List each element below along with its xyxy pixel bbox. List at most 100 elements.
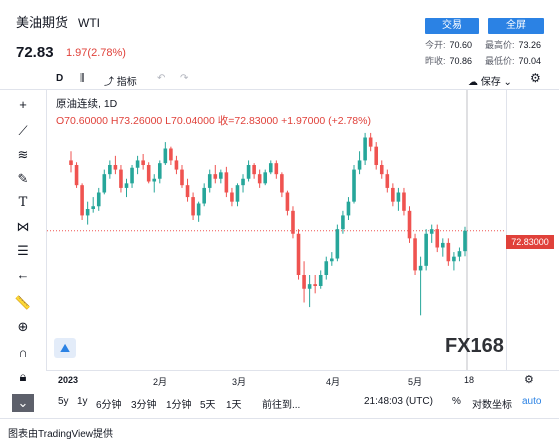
candle[interactable]: [391, 183, 395, 207]
candle[interactable]: [257, 169, 262, 188]
log-scale-toggle[interactable]: 对数坐标: [472, 396, 512, 411]
candle[interactable]: [313, 275, 317, 294]
candle[interactable]: [196, 201, 201, 222]
tradingview-logo-icon[interactable]: ⛰: [54, 338, 76, 358]
save-button[interactable]: ☁ 保存 ⌄: [468, 73, 512, 88]
candle[interactable]: [69, 151, 73, 173]
candle[interactable]: [146, 162, 151, 184]
range-1day[interactable]: 1天: [226, 396, 242, 411]
price-axis[interactable]: [506, 90, 559, 370]
zoom-in-icon[interactable]: ⊕: [13, 318, 33, 336]
candle[interactable]: [302, 261, 306, 303]
candle[interactable]: [446, 238, 451, 266]
settings-gear-icon[interactable]: ⚙: [530, 71, 541, 85]
candle[interactable]: [246, 160, 251, 182]
candle[interactable]: [385, 169, 390, 193]
candle[interactable]: [91, 197, 95, 213]
brush-icon[interactable]: ✎: [13, 170, 33, 188]
candle[interactable]: [141, 154, 145, 170]
candle[interactable]: [207, 169, 212, 193]
pattern-icon[interactable]: ⋈: [13, 218, 33, 236]
candle[interactable]: [174, 155, 179, 175]
candle[interactable]: [202, 183, 206, 207]
candle[interactable]: [235, 183, 240, 207]
back-arrow-icon[interactable]: ←: [13, 266, 33, 284]
text-tool-icon[interactable]: T: [13, 194, 33, 212]
candle[interactable]: [230, 187, 234, 207]
candle[interactable]: [324, 256, 329, 280]
candle[interactable]: [346, 197, 351, 220]
trend-line-icon[interactable]: ⟋: [13, 122, 33, 140]
range-1y[interactable]: 1y: [77, 396, 88, 407]
candle[interactable]: [407, 206, 412, 243]
candle[interactable]: [96, 187, 101, 211]
attribution-link[interactable]: 图表由TradingView提供: [8, 425, 113, 440]
candle[interactable]: [268, 160, 273, 175]
candle[interactable]: [280, 172, 284, 198]
candle[interactable]: [252, 163, 256, 179]
candle[interactable]: [402, 187, 406, 216]
candle[interactable]: [441, 238, 445, 257]
lock-draw-icon[interactable]: 🔒︎: [13, 368, 33, 386]
candle[interactable]: [263, 169, 268, 186]
candle[interactable]: [418, 256, 423, 316]
candle[interactable]: [357, 151, 362, 175]
candle[interactable]: [180, 165, 184, 188]
candle[interactable]: [363, 132, 367, 165]
candle[interactable]: [285, 190, 290, 216]
axis-settings-gear-icon[interactable]: ⚙: [524, 373, 534, 386]
series-legend[interactable]: 原油连续, 1D: [56, 96, 117, 111]
auto-scale-toggle[interactable]: auto: [522, 396, 541, 407]
collapse-toolbar-icon[interactable]: ⌄: [12, 394, 34, 412]
trade-button[interactable]: 交易: [425, 18, 479, 34]
time-axis[interactable]: 2023 2月 3月 4月 5月 18 ⚙: [46, 370, 559, 390]
candle[interactable]: [424, 229, 428, 271]
candle[interactable]: [274, 160, 279, 179]
candle[interactable]: [108, 160, 112, 179]
candle[interactable]: [213, 165, 218, 184]
ruler-icon[interactable]: 📏: [13, 294, 33, 312]
candle[interactable]: [102, 169, 107, 195]
candle[interactable]: [330, 252, 334, 266]
crosshair-icon[interactable]: +: [13, 96, 33, 114]
candle[interactable]: [452, 252, 456, 271]
candlestick-chart[interactable]: [47, 90, 507, 370]
candle[interactable]: [368, 132, 373, 152]
candle[interactable]: [335, 224, 340, 262]
candle[interactable]: [157, 160, 162, 184]
candle[interactable]: [119, 165, 123, 193]
candle-style-icon[interactable]: ⫼: [80, 73, 85, 84]
pitchfork-icon[interactable]: ≋: [13, 146, 33, 164]
candle[interactable]: [74, 162, 79, 188]
candle[interactable]: [396, 187, 401, 211]
candle[interactable]: [113, 155, 118, 175]
candle[interactable]: [241, 174, 245, 193]
candle[interactable]: [429, 224, 434, 243]
range-5day[interactable]: 5天: [200, 396, 216, 411]
percent-toggle[interactable]: %: [452, 396, 461, 407]
candle[interactable]: [169, 146, 173, 165]
measure-lines-icon[interactable]: ☰: [13, 242, 33, 260]
candle[interactable]: [152, 174, 157, 193]
goto-date-button[interactable]: 前往到...: [262, 396, 300, 411]
range-6min[interactable]: 6分钟: [96, 396, 122, 411]
candle[interactable]: [85, 201, 90, 225]
chart-pane[interactable]: [46, 90, 507, 370]
range-3min[interactable]: 3分钟: [131, 396, 157, 411]
candle[interactable]: [163, 142, 168, 165]
undo-icon[interactable]: ↶: [157, 73, 165, 84]
candle[interactable]: [352, 165, 356, 204]
candle[interactable]: [185, 178, 190, 202]
candle[interactable]: [463, 226, 467, 257]
candle[interactable]: [296, 229, 301, 280]
candle[interactable]: [457, 247, 462, 262]
fullscreen-button[interactable]: 全屏: [488, 18, 544, 34]
candle[interactable]: [135, 155, 140, 175]
candle[interactable]: [80, 183, 84, 220]
candle[interactable]: [124, 178, 129, 198]
candle[interactable]: [435, 224, 440, 253]
range-5y[interactable]: 5y: [58, 396, 69, 407]
interval-selector[interactable]: D: [56, 73, 63, 84]
indicators-button[interactable]: ⤴ 指标: [104, 73, 137, 88]
candle[interactable]: [318, 270, 323, 289]
